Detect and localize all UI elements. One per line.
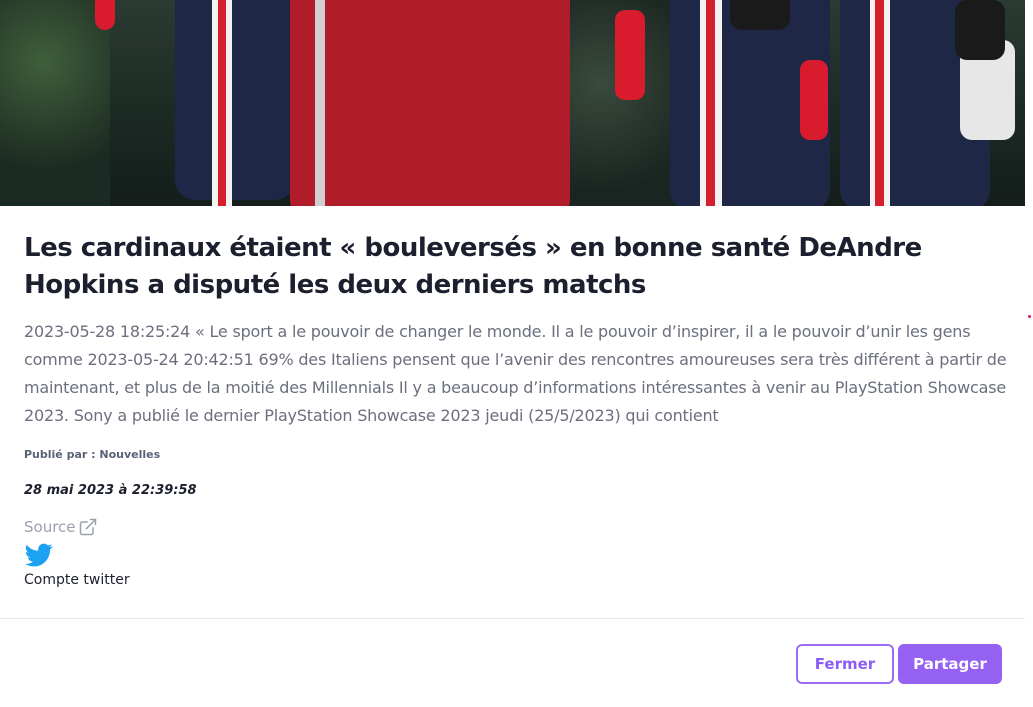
article-title: Les cardinaux étaient « bouleversés » en… <box>24 233 922 300</box>
published-by: Publié par : Nouvelles <box>24 448 161 461</box>
source-label: Source <box>24 518 76 536</box>
share-button[interactable]: Partager <box>898 644 1002 684</box>
article-modal: Les cardinaux étaient « bouleversés » en… <box>0 0 1025 707</box>
external-link-icon <box>79 518 96 536</box>
source-link[interactable]: Source <box>24 517 98 537</box>
footer-divider <box>0 618 1025 619</box>
article-excerpt: 2023-05-28 18:25:24 « Le sport a le pouv… <box>24 322 1007 425</box>
page-gutter <box>1025 0 1033 707</box>
twitter-bird-icon[interactable] <box>24 541 54 569</box>
hero-image <box>0 0 1025 206</box>
close-button[interactable]: Fermer <box>796 644 894 684</box>
twitter-account-label[interactable]: Compte twitter <box>24 572 130 588</box>
notification-dot <box>1028 315 1031 318</box>
publish-date: 28 mai 2023 à 22:39:58 <box>24 483 197 498</box>
